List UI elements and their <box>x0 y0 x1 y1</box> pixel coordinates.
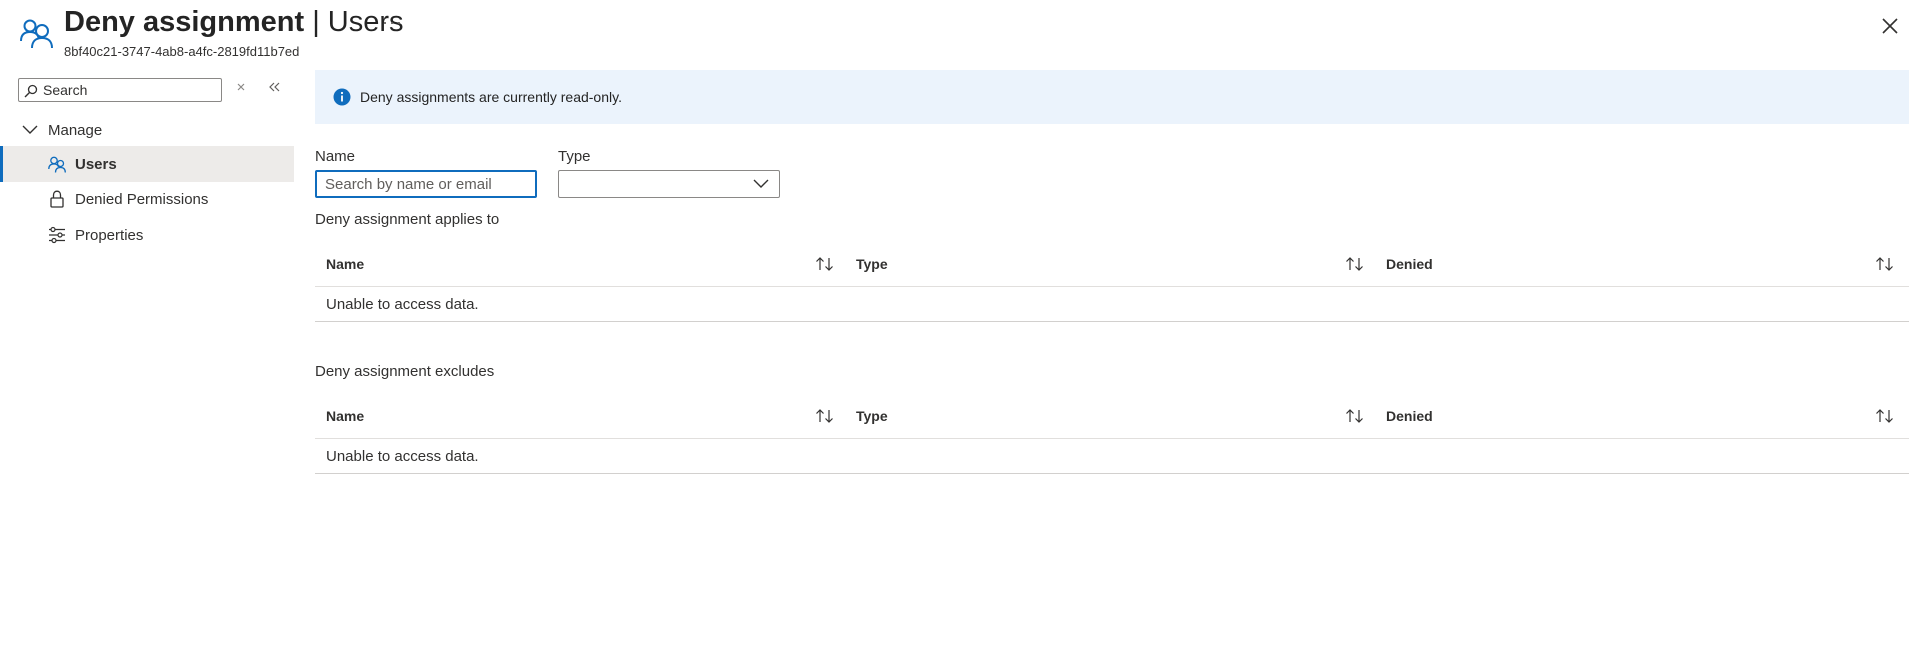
grid-header: Name Type Denied <box>315 396 1909 439</box>
clear-icon[interactable] <box>236 82 246 92</box>
sort-icon[interactable] <box>1875 408 1895 424</box>
close-icon[interactable] <box>1878 14 1902 38</box>
sort-icon[interactable] <box>1875 256 1895 272</box>
sort-icon[interactable] <box>1345 256 1365 272</box>
table-row: Unable to access data. <box>315 439 1909 474</box>
users-icon <box>48 156 66 173</box>
info-banner: Deny assignments are currently read-only… <box>315 70 1909 124</box>
more-actions-button[interactable]: ··· <box>382 12 403 33</box>
type-dropdown[interactable] <box>558 170 780 198</box>
sidebar-search[interactable] <box>18 78 222 102</box>
info-icon <box>333 88 351 106</box>
column-header-type[interactable]: Type <box>856 256 888 272</box>
chevron-down-icon <box>753 179 769 188</box>
sidebar: Manage Users Denied Permissions Properti… <box>0 70 294 656</box>
section-title: Deny assignment excludes <box>315 363 495 380</box>
sort-icon[interactable] <box>1345 408 1365 424</box>
sliders-icon <box>49 226 65 244</box>
sidebar-search-input[interactable] <box>43 80 213 100</box>
column-header-denied[interactable]: Denied <box>1386 408 1433 424</box>
column-header-denied[interactable]: Denied <box>1386 256 1433 272</box>
page-title: Deny assignment | Users <box>64 6 404 38</box>
sort-icon[interactable] <box>815 408 835 424</box>
sidebar-group-label: Manage <box>48 121 103 139</box>
info-banner-text: Deny assignments are currently read-only… <box>360 89 622 105</box>
grid-header: Name Type Denied <box>315 244 1909 287</box>
section-title: Deny assignment applies to <box>315 211 500 228</box>
sort-icon[interactable] <box>815 256 835 272</box>
name-search-input[interactable] <box>315 170 537 198</box>
sidebar-item-label: Denied Permissions <box>75 190 209 208</box>
sidebar-item-label: Properties <box>75 226 144 244</box>
sidebar-item-label: Users <box>75 155 117 173</box>
column-header-name[interactable]: Name <box>326 408 364 424</box>
name-filter-label: Name <box>315 148 356 165</box>
column-header-name[interactable]: Name <box>326 256 364 272</box>
resource-id: 8bf40c21-3747-4ab8-a4fc-2819fd11b7ed <box>64 44 300 59</box>
type-filter-label: Type <box>558 148 591 165</box>
search-icon <box>24 84 38 98</box>
chevron-down-icon <box>22 125 38 134</box>
table-row: Unable to access data. <box>315 287 1909 322</box>
empty-message: Unable to access data. <box>326 296 479 313</box>
empty-message: Unable to access data. <box>326 448 479 465</box>
users-icon <box>20 19 53 49</box>
sidebar-item-users[interactable]: Users <box>0 146 294 182</box>
lock-icon <box>50 190 64 208</box>
collapse-sidebar-icon[interactable] <box>268 82 280 92</box>
sidebar-item-denied-permissions[interactable]: Denied Permissions <box>0 181 294 217</box>
applies-to-grid: Name Type Denied Unable to access data. <box>315 244 1909 322</box>
sidebar-group-manage[interactable]: Manage <box>22 118 102 142</box>
column-header-type[interactable]: Type <box>856 408 888 424</box>
blade-header: Deny assignment | Users 8bf40c21-3747-4a… <box>0 0 1920 66</box>
excludes-grid: Name Type Denied Unable to access data. <box>315 396 1909 474</box>
sidebar-item-properties[interactable]: Properties <box>0 217 294 253</box>
